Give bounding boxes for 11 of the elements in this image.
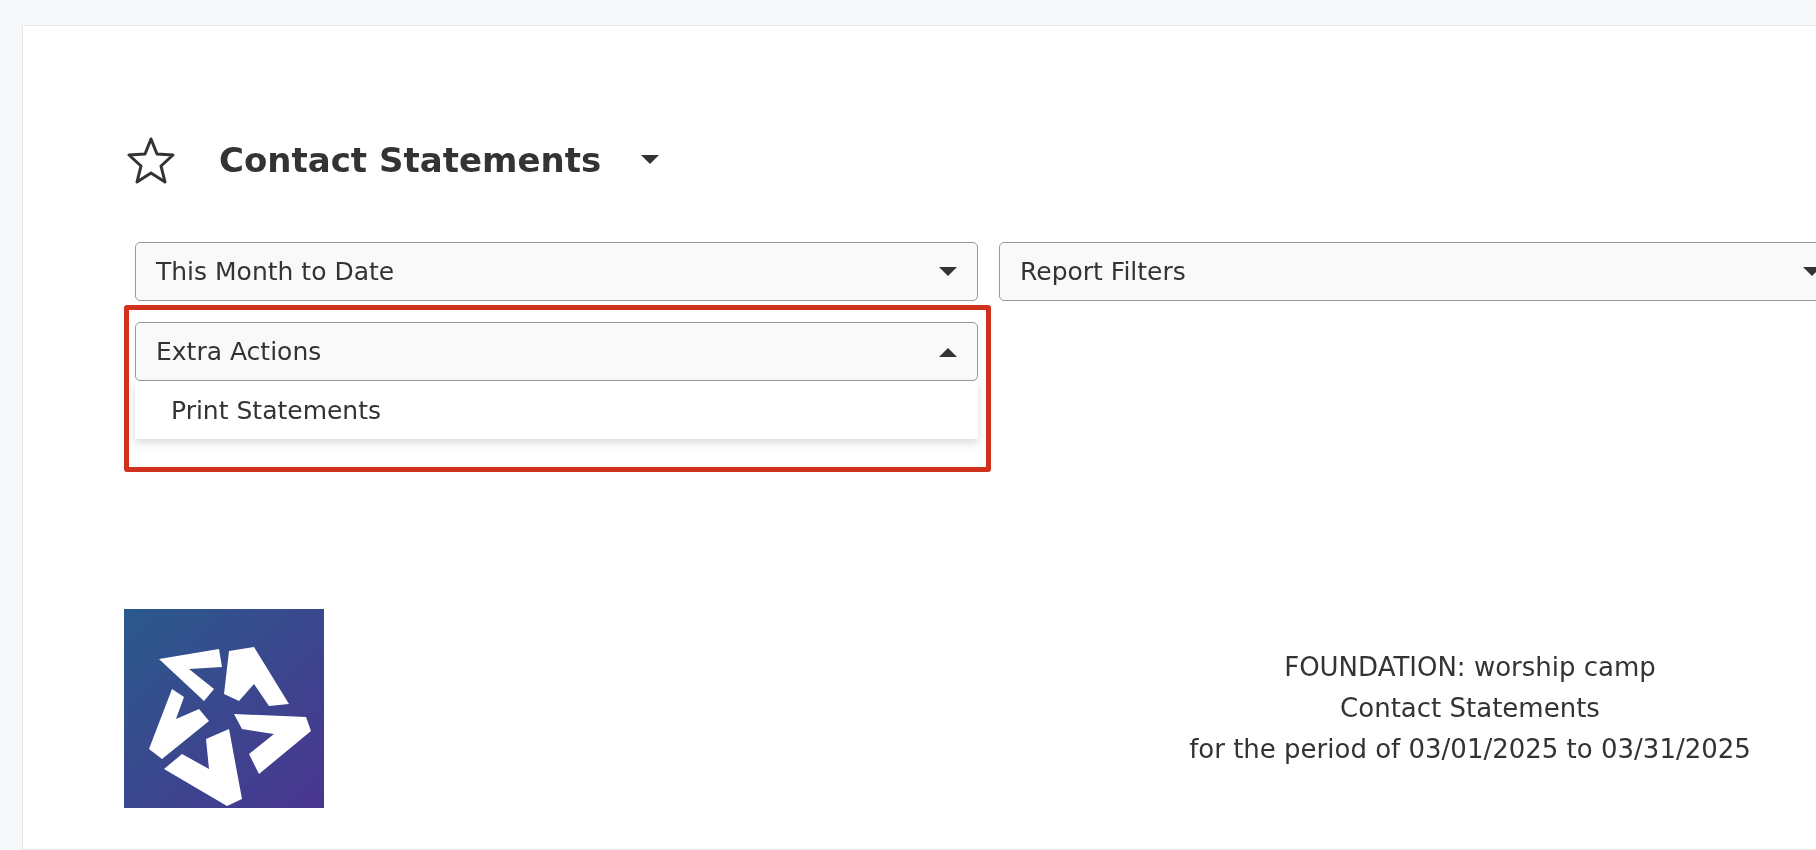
report-heading-line: for the period of 03/01/2025 to 03/31/2025 xyxy=(1188,733,1752,766)
star-icon[interactable] xyxy=(126,136,176,184)
menu-item[interactable]: Print Statements xyxy=(135,381,978,439)
report-heading-line: FOUNDATION: worship camp xyxy=(1283,651,1657,684)
dropdown[interactable]: Extra Actions xyxy=(135,322,978,381)
report-heading-line: Contact Statements xyxy=(1339,692,1601,725)
page-title: Contact Statements xyxy=(219,140,602,180)
dropdown[interactable]: This Month to Date xyxy=(135,242,978,301)
caret-icon xyxy=(641,155,660,165)
logo-icon xyxy=(124,609,324,808)
dropdown[interactable]: Report Filters xyxy=(999,242,1816,301)
